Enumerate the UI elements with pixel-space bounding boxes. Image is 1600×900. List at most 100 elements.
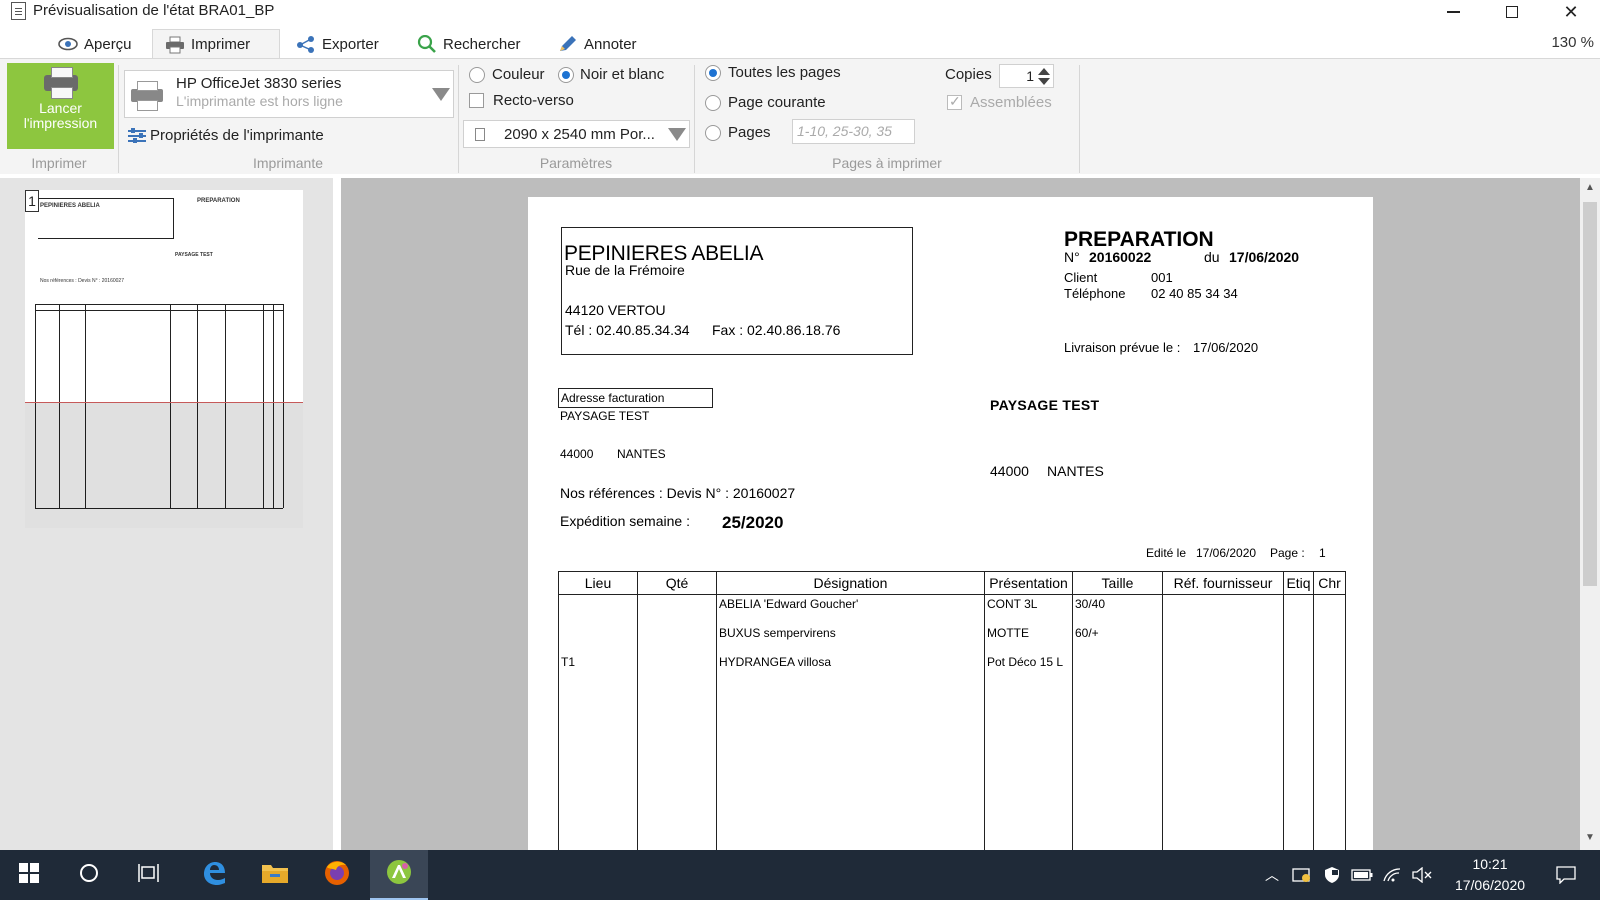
printer-properties-link[interactable]: Propriétés de l'imprimante	[128, 127, 324, 144]
printer-status: L'imprimante est hors ligne	[176, 93, 343, 109]
start-print-button[interactable]: Lancer l'impression	[7, 63, 114, 149]
billing-zip: 44000	[560, 447, 594, 461]
group-label-pages: Pages à imprimer	[832, 155, 942, 171]
show-hidden-icons-button[interactable]: ︿	[1260, 850, 1284, 900]
group-label-imprimer: Imprimer	[31, 155, 87, 171]
copies-label: Copies	[945, 66, 992, 83]
table-cell	[1313, 594, 1346, 624]
clock-date: 17/06/2020	[1454, 877, 1526, 893]
copies-value: 1	[1026, 68, 1034, 84]
document-page: PEPINIERES ABELIA Rue de la Frémoire 441…	[528, 197, 1373, 850]
current-page-radio[interactable]	[705, 95, 721, 111]
tray-volume-muted-icon[interactable]	[1408, 850, 1436, 900]
pane-splitter[interactable]	[333, 178, 341, 850]
stepper-up-icon[interactable]	[1038, 68, 1050, 75]
chevron-down-icon[interactable]	[665, 121, 689, 147]
edge-icon	[201, 860, 227, 891]
table-cell	[1313, 623, 1346, 653]
zoom-level[interactable]: 130 %	[1551, 34, 1594, 51]
column-header: Lieu	[558, 571, 638, 595]
firefox-icon	[323, 859, 351, 892]
edge-button[interactable]	[185, 850, 243, 900]
task-view-button[interactable]	[120, 850, 178, 900]
minimize-button[interactable]	[1424, 0, 1482, 24]
tab-exporter[interactable]: Exporter	[284, 29, 391, 59]
ribbon-panel: Lancer l'impression Imprimer HP OfficeJe…	[0, 58, 1600, 233]
tab-label: Exporter	[322, 35, 379, 53]
page-value: 1	[1319, 546, 1326, 560]
printer-properties-label: Propriétés de l'imprimante	[150, 127, 324, 144]
task-view-icon	[138, 863, 160, 888]
pencil-icon	[558, 35, 578, 53]
table-cell	[1162, 652, 1284, 682]
table-cell	[637, 623, 717, 653]
billing-address-label: Adresse facturation	[558, 388, 713, 408]
app-button-active[interactable]	[370, 850, 428, 900]
tray-security-icon[interactable]	[1318, 850, 1346, 900]
title-bar: Prévisualisation de l'état BRA01_BP ✕	[0, 0, 1600, 24]
tab-annoter[interactable]: Annoter	[546, 29, 649, 59]
table-cell	[637, 594, 717, 624]
table-cell: CONT 3L	[984, 594, 1073, 624]
table-cell	[1283, 594, 1314, 624]
tray-sync-icon[interactable]	[1288, 850, 1316, 900]
duplex-checkbox[interactable]	[469, 93, 484, 108]
group-separator	[1079, 65, 1080, 173]
printer-select[interactable]: HP OfficeJet 3830 series L'imprimante es…	[124, 70, 454, 118]
shipping-zip: 44000	[990, 463, 1029, 479]
clock-time: 10:21	[1472, 856, 1508, 872]
start-button[interactable]	[0, 850, 58, 900]
tab-apercu[interactable]: Aperçu	[46, 29, 144, 59]
search-button[interactable]	[60, 850, 118, 900]
action-center-button[interactable]	[1546, 850, 1586, 900]
table-row: ABELIA 'Edward Goucher' CONT 3L 30/40	[558, 594, 1346, 624]
maximize-button[interactable]	[1483, 0, 1541, 24]
collated-checkbox[interactable]	[947, 93, 962, 110]
bw-radio[interactable]	[558, 67, 574, 83]
number-label: N°	[1064, 249, 1080, 265]
pages-range-input[interactable]: 1-10, 25-30, 35	[792, 119, 915, 144]
column-header: Présentation	[984, 571, 1073, 595]
table-cell	[1283, 623, 1314, 653]
delivery-label: Livraison prévue le :	[1064, 340, 1181, 355]
scrollbar-thumb[interactable]	[1583, 202, 1597, 586]
company-phone: Tél : 02.40.85.34.34	[565, 322, 690, 338]
stepper-down-icon[interactable]	[1038, 78, 1050, 85]
clock[interactable]: 10:21 17/06/2020	[1436, 854, 1544, 896]
expedition-week: 25/2020	[722, 513, 784, 532]
printer-name: HP OfficeJet 3830 series	[176, 75, 342, 92]
ribbon-tabs: Aperçu Imprimer Exporter Rechercher Anno…	[0, 26, 1600, 59]
pages-radio[interactable]	[705, 125, 721, 141]
color-radio[interactable]	[469, 67, 485, 83]
scroll-down-icon[interactable]: ▼	[1585, 832, 1595, 843]
table-cell	[1162, 594, 1284, 624]
order-lines-table: Lieu Qté Désignation Présentation Taille…	[558, 571, 1346, 850]
page-thumbnail[interactable]: PEPINIERES ABELIA PREPARATION PAYSAGE TE…	[25, 190, 303, 528]
scroll-up-icon[interactable]: ▲	[1585, 182, 1595, 193]
edited-label: Edité le	[1146, 546, 1187, 560]
company-fax: Fax : 02.40.86.18.76	[712, 322, 841, 338]
all-pages-radio[interactable]	[705, 65, 721, 81]
expedition-label: Expédition semaine :	[560, 513, 690, 529]
tab-imprimer[interactable]: Imprimer	[152, 29, 280, 59]
share-icon	[296, 35, 316, 53]
vertical-scrollbar[interactable]: ▲ ▼	[1580, 178, 1600, 850]
billing-name: PAYSAGE TEST	[560, 409, 650, 423]
close-button[interactable]: ✕	[1542, 0, 1600, 24]
tab-rechercher[interactable]: Rechercher	[405, 29, 533, 59]
window-title: Prévisualisation de l'état BRA01_BP	[33, 2, 275, 19]
column-header: Désignation	[716, 571, 985, 595]
table-row: T1 HYDRANGEA villosa Pot Déco 15 L	[558, 652, 1346, 682]
all-pages-label: Toutes les pages	[728, 64, 841, 81]
date-label: du	[1204, 249, 1220, 265]
paper-size-select[interactable]: 2090 x 2540 mm Por...	[463, 120, 690, 148]
duplex-label: Recto-verso	[493, 92, 574, 109]
thumbnail-page-number: 1	[25, 190, 39, 212]
firefox-button[interactable]	[308, 850, 366, 900]
eye-icon	[58, 35, 78, 53]
chevron-down-icon[interactable]	[429, 71, 453, 117]
file-explorer-button[interactable]	[246, 850, 304, 900]
tray-battery-icon[interactable]	[1348, 850, 1376, 900]
copies-stepper[interactable]: 1	[999, 64, 1054, 88]
tray-wifi-icon[interactable]	[1378, 850, 1406, 900]
